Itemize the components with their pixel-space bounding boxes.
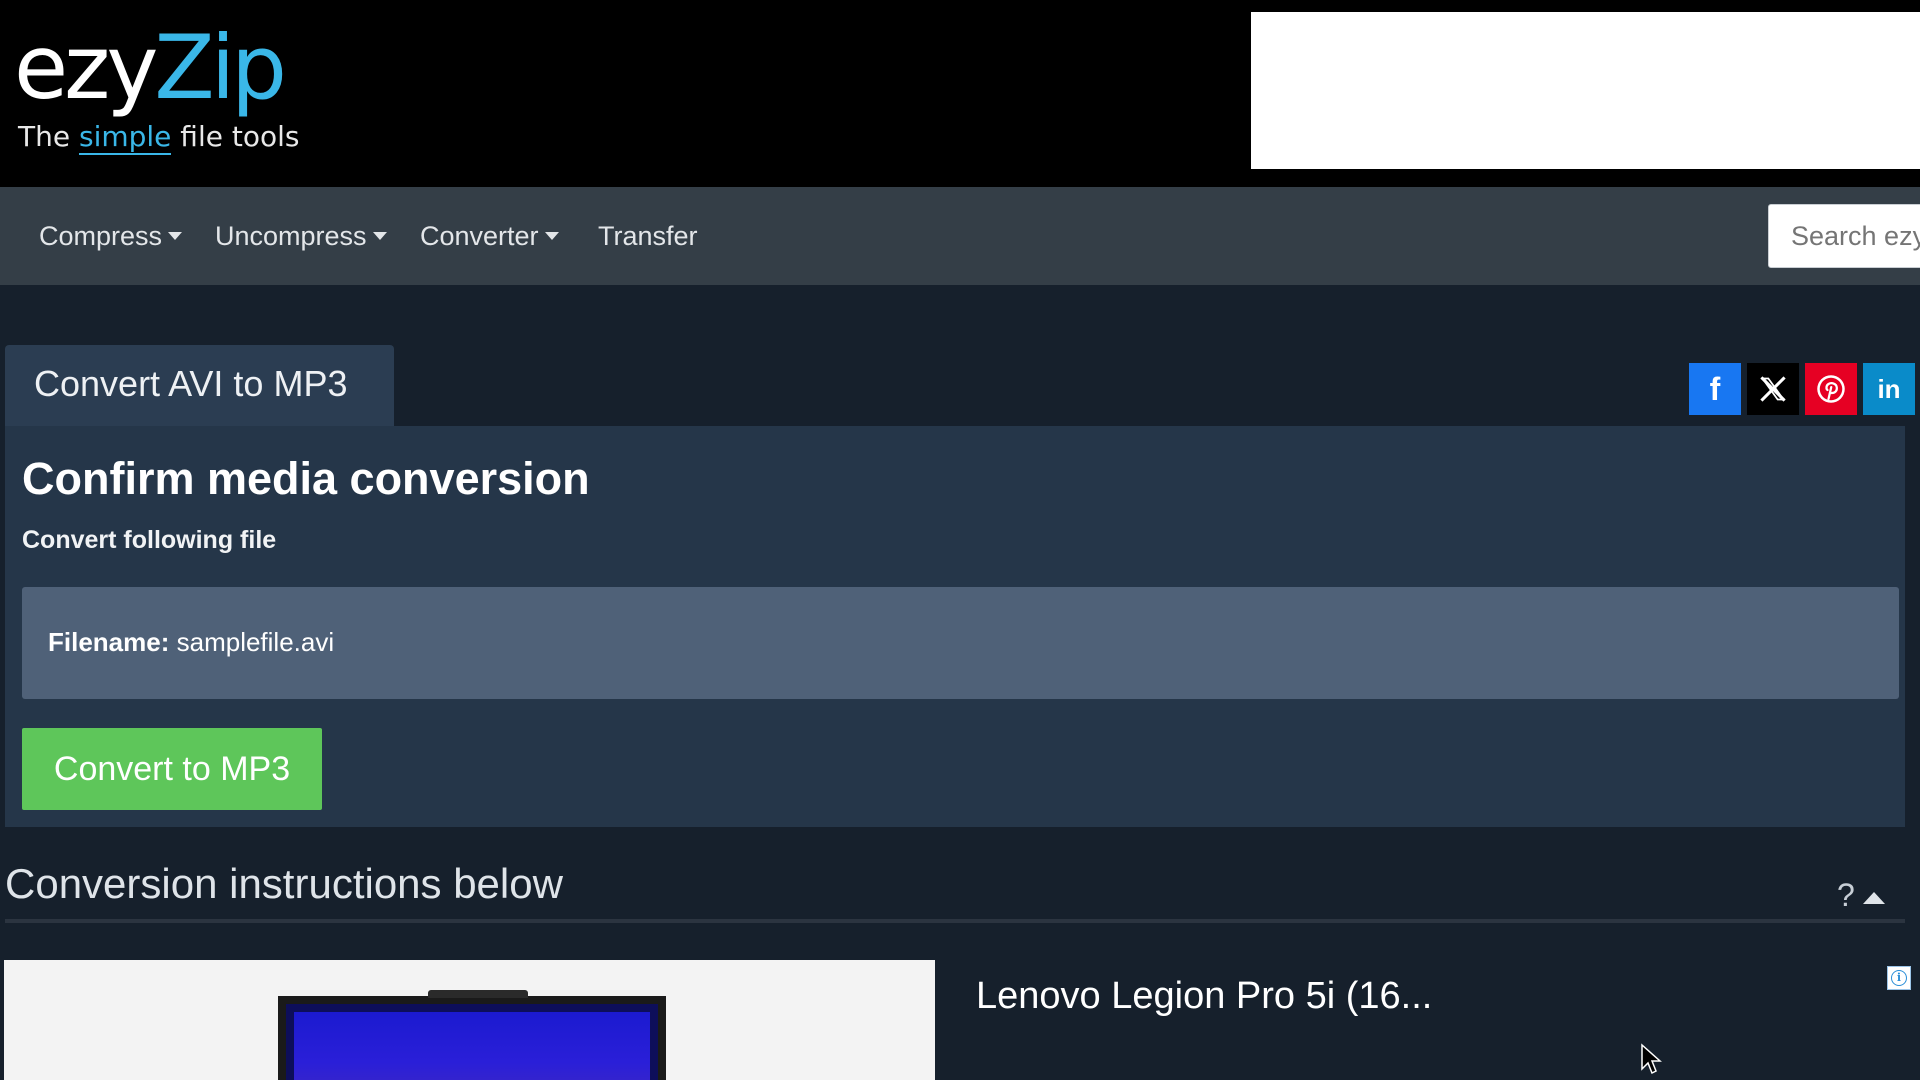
linkedin-icon: in	[1877, 373, 1901, 404]
laptop-camera	[428, 990, 528, 998]
nav-transfer-label: Transfer	[598, 221, 698, 251]
share-linkedin-button[interactable]: in	[1863, 363, 1915, 415]
share-pinterest-button[interactable]	[1805, 363, 1857, 415]
tab-label: Convert AVI to MP3	[34, 363, 348, 404]
panel-subtitle: Convert following file	[22, 526, 277, 554]
filename-value: samplefile.avi	[176, 627, 335, 657]
page-title: Confirm media conversion	[22, 453, 590, 504]
main-navbar: Compress Uncompress Converter Transfer	[0, 187, 1920, 285]
chevron-down-icon	[544, 232, 559, 240]
site-header: ezyZip The simple file tools	[0, 0, 1920, 187]
divider	[5, 919, 1905, 923]
file-info-box: Filename: samplefile.avi	[22, 587, 1899, 699]
nav-transfer[interactable]: Transfer	[598, 187, 698, 285]
chevron-up-icon[interactable]	[1863, 892, 1885, 904]
mouse-cursor-icon	[1641, 1043, 1662, 1075]
nav-uncompress[interactable]: Uncompress	[215, 187, 387, 285]
tab-convert-avi-to-mp3[interactable]: Convert AVI to MP3	[5, 345, 394, 426]
logo-wordmark: ezyZip	[14, 16, 287, 119]
nav-converter[interactable]: Converter	[420, 187, 559, 285]
share-x-button[interactable]	[1747, 363, 1799, 415]
laptop-image	[278, 990, 666, 1080]
nav-uncompress-label: Uncompress	[215, 221, 367, 251]
tagline-pre: The	[18, 120, 79, 153]
convert-to-mp3-button[interactable]: Convert to MP3	[22, 728, 322, 810]
nav-converter-label: Converter	[420, 221, 539, 251]
info-icon: i	[1891, 970, 1907, 986]
chevron-down-icon	[372, 232, 387, 240]
logo-wordmark-zip: Zip	[154, 16, 287, 119]
pinterest-icon	[1817, 375, 1845, 403]
ad-product-image[interactable]	[4, 960, 935, 1080]
nav-compress-label: Compress	[39, 221, 163, 251]
x-icon	[1760, 376, 1786, 402]
facebook-icon: f	[1709, 370, 1721, 407]
instructions-heading: Conversion instructions below	[5, 860, 563, 907]
chevron-down-icon	[168, 232, 183, 240]
share-facebook-button[interactable]: f	[1689, 363, 1741, 415]
header-ad-banner[interactable]	[1251, 12, 1920, 169]
help-icon[interactable]: ?	[1837, 877, 1855, 914]
logo-wordmark-ezy: ezy	[14, 16, 158, 119]
conversion-panel: Confirm media conversion Convert followi…	[5, 426, 1905, 827]
laptop-screen	[294, 1012, 650, 1080]
filename-label: Filename:	[48, 627, 170, 657]
tagline-post: file tools	[171, 120, 300, 153]
tagline-highlight: simple	[78, 120, 172, 155]
logo-tagline: The simple file tools	[18, 120, 300, 155]
ezyzip-logo[interactable]: ezyZip The simple file tools	[14, 18, 304, 168]
ad-choices-info-icon[interactable]: i	[1887, 966, 1911, 990]
nav-compress[interactable]: Compress	[39, 187, 183, 285]
ad-title-link[interactable]: Lenovo Legion Pro 5i (16...	[976, 975, 1432, 1018]
search-input[interactable]	[1768, 204, 1920, 268]
